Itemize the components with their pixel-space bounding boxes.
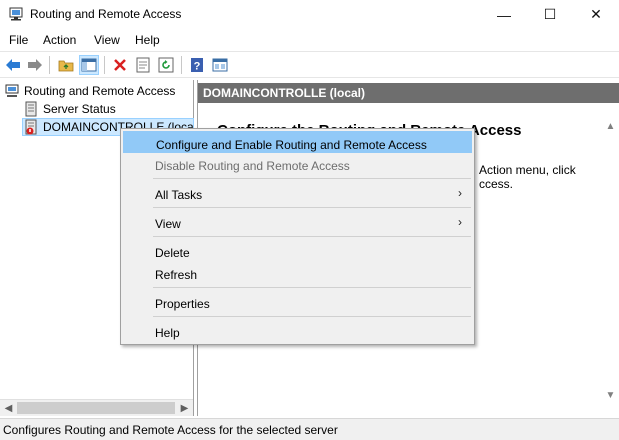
result-pane-header: DOMAINCONTROLLE (local) bbox=[198, 83, 619, 103]
menu-view[interactable]: View bbox=[94, 33, 120, 47]
menu-separator bbox=[153, 236, 471, 237]
svg-text:?: ? bbox=[194, 61, 201, 73]
menu-item-label: Properties bbox=[155, 297, 210, 311]
menu-item-delete[interactable]: Delete bbox=[123, 240, 472, 262]
menu-separator bbox=[153, 207, 471, 208]
menu-action[interactable]: Action bbox=[43, 33, 76, 47]
context-menu: Configure and Enable Routing and Remote … bbox=[120, 128, 475, 345]
menu-help[interactable]: Help bbox=[135, 33, 160, 47]
title-bar: Routing and Remote Access — ☐ ✕ bbox=[0, 0, 619, 29]
up-folder-icon[interactable] bbox=[56, 55, 76, 75]
window-title: Routing and Remote Access bbox=[30, 7, 182, 21]
menu-item-label: Configure and Enable Routing and Remote … bbox=[156, 138, 427, 152]
toolbar: ? bbox=[0, 51, 619, 78]
menu-separator bbox=[153, 287, 471, 288]
menu-item-all-tasks[interactable]: All Tasks › bbox=[123, 182, 472, 204]
scroll-right-icon[interactable]: ▶ bbox=[176, 400, 193, 417]
routing-app-icon bbox=[9, 7, 23, 21]
menu-item-refresh[interactable]: Refresh bbox=[123, 262, 472, 284]
content-text: Action menu, click ccess. bbox=[479, 163, 576, 191]
menu-item-disable: Disable Routing and Remote Access bbox=[123, 153, 472, 175]
server-down-icon bbox=[25, 119, 37, 135]
menu-item-label: View bbox=[155, 217, 181, 231]
tree-root[interactable]: Routing and Remote Access bbox=[4, 82, 175, 100]
back-icon[interactable] bbox=[3, 55, 23, 75]
tree-item-server-status[interactable]: Server Status bbox=[23, 100, 116, 118]
refresh-icon[interactable] bbox=[156, 55, 176, 75]
close-button[interactable]: ✕ bbox=[573, 0, 619, 29]
menu-item-properties[interactable]: Properties bbox=[123, 291, 472, 313]
maximize-button[interactable]: ☐ bbox=[527, 0, 573, 29]
menu-separator bbox=[153, 178, 471, 179]
horizontal-scrollbar[interactable]: ◀ ▶ bbox=[0, 399, 193, 416]
menu-item-help[interactable]: Help bbox=[123, 320, 472, 342]
delete-icon[interactable] bbox=[110, 55, 130, 75]
menu-item-label: All Tasks bbox=[155, 188, 203, 202]
console-icon[interactable] bbox=[210, 55, 230, 75]
toolbar-separator bbox=[181, 56, 182, 74]
menu-item-view[interactable]: View › bbox=[123, 211, 472, 233]
menu-item-label: Refresh bbox=[155, 268, 198, 282]
menu-item-configure-enable[interactable]: Configure and Enable Routing and Remote … bbox=[123, 131, 472, 153]
menu-bar: File Action View Help bbox=[0, 29, 619, 51]
help-icon[interactable]: ? bbox=[187, 55, 207, 75]
tree-root-label: Routing and Remote Access bbox=[24, 84, 176, 98]
menu-item-label: Disable Routing and Remote Access bbox=[155, 159, 350, 173]
show-hide-tree-icon[interactable] bbox=[79, 55, 99, 75]
menu-separator bbox=[153, 316, 471, 317]
submenu-arrow-icon: › bbox=[458, 215, 462, 229]
menu-file[interactable]: File bbox=[9, 33, 28, 47]
minimize-button[interactable]: — bbox=[481, 0, 527, 29]
forward-icon[interactable] bbox=[25, 55, 45, 75]
tree-item-label: Server Status bbox=[43, 102, 116, 116]
menu-item-label: Help bbox=[155, 326, 180, 340]
scroll-down-icon[interactable]: ▼ bbox=[602, 387, 619, 404]
scroll-left-icon[interactable]: ◀ bbox=[0, 400, 17, 417]
toolbar-separator bbox=[104, 56, 105, 74]
routing-root-icon bbox=[5, 84, 19, 97]
server-status-icon bbox=[25, 101, 37, 117]
toolbar-separator bbox=[49, 56, 50, 74]
menu-item-label: Delete bbox=[155, 246, 190, 260]
scroll-up-icon[interactable]: ▲ bbox=[602, 118, 619, 135]
vertical-scrollbar[interactable]: ▲ ▼ bbox=[602, 106, 619, 416]
status-bar: Configures Routing and Remote Access for… bbox=[0, 418, 619, 440]
submenu-arrow-icon: › bbox=[458, 186, 462, 200]
properties-icon[interactable] bbox=[133, 55, 153, 75]
scrollbar-thumb[interactable] bbox=[17, 402, 175, 414]
